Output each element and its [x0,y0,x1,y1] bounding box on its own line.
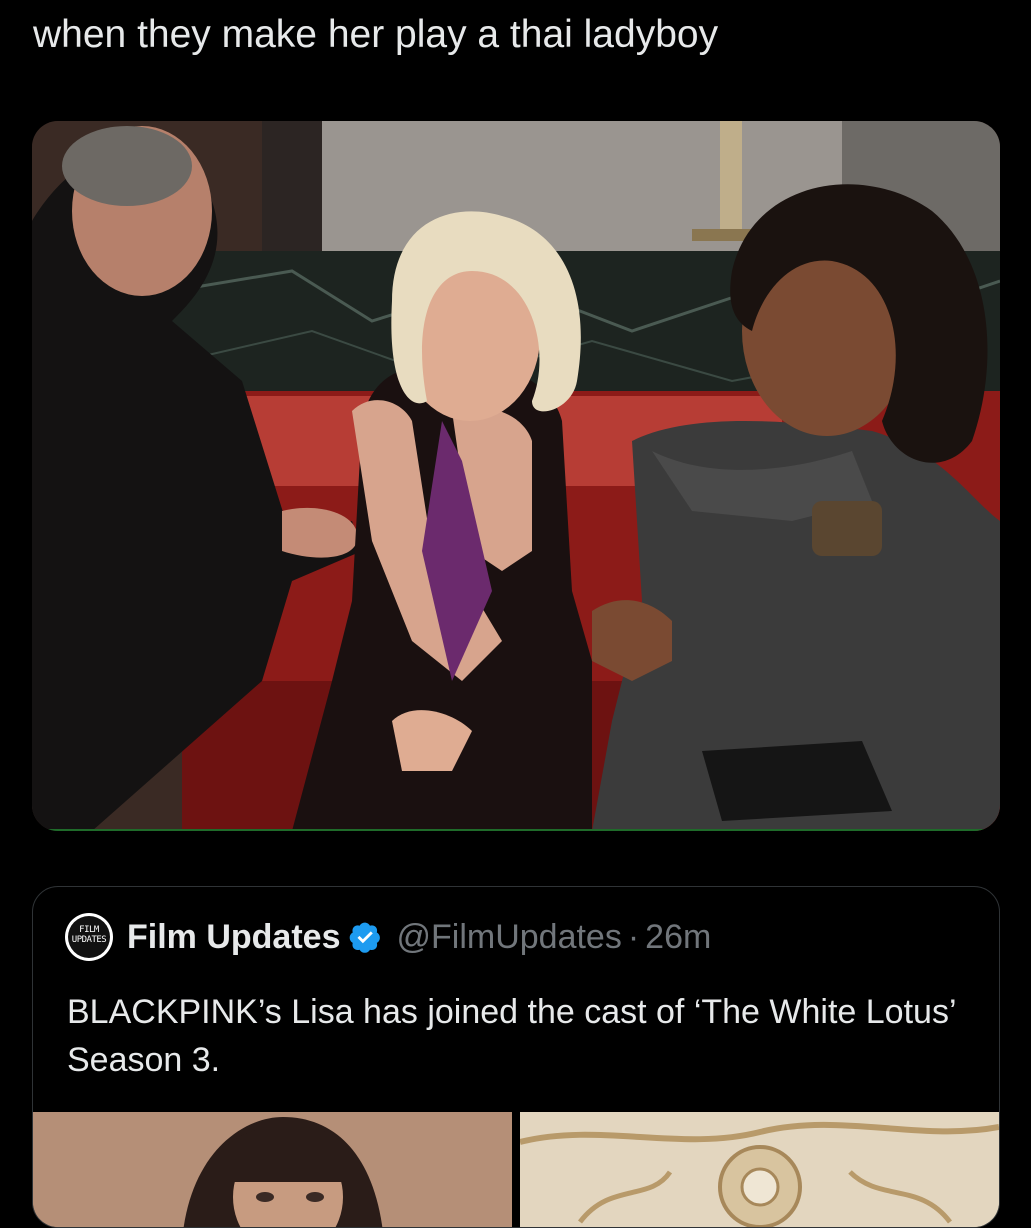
quoted-tweet-card[interactable]: FILM UPDATES Film Updates @FilmUpdates ·… [32,886,1000,1228]
avatar-logo-text: FILM UPDATES [65,925,113,945]
quoted-tweet-text: BLACKPINK’s Lisa has joined the cast of … [67,993,956,1079]
avatar-logo-line1: FILM [79,925,99,935]
separator-dot: · [627,917,640,956]
tweet-photo[interactable] [32,121,1000,831]
quoted-photo-1-illustration [33,1112,512,1227]
quoted-tweet-media[interactable] [33,1112,999,1227]
avatar[interactable]: FILM UPDATES [65,913,113,961]
display-name[interactable]: Film Updates [127,918,340,957]
tweet-text: when they make her play a thai ladyboy [33,13,719,56]
quoted-photo-2[interactable] [520,1112,999,1227]
quoted-photo-1[interactable] [33,1112,512,1227]
verified-badge-icon[interactable] [348,920,382,954]
quoted-tweet-header: FILM UPDATES Film Updates @FilmUpdates ·… [65,913,711,961]
quoted-photo-2-illustration [520,1112,999,1227]
avatar-logo-line2: UPDATES [71,935,107,945]
timestamp[interactable]: 26m [645,918,711,957]
handle[interactable]: @FilmUpdates [396,918,621,957]
photo-illustration [32,121,1000,831]
